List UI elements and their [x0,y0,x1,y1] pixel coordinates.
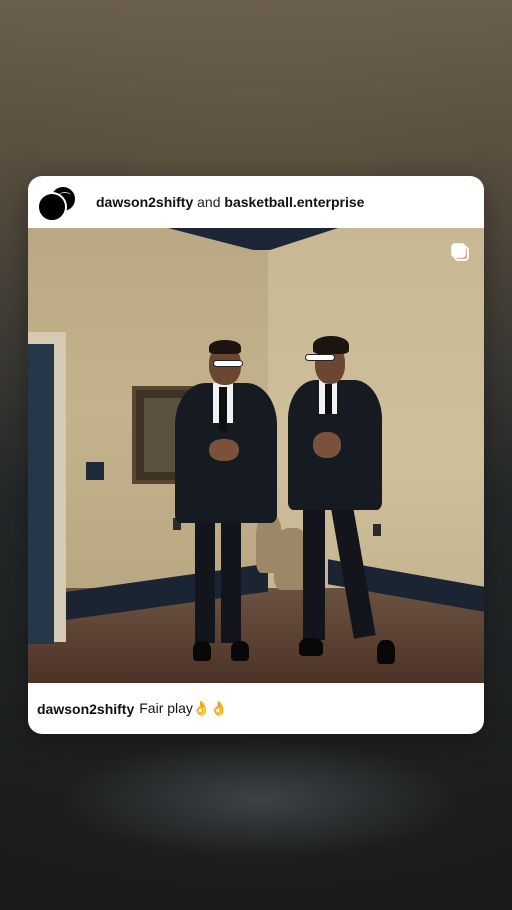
authors-connector: and [197,194,221,210]
tie [325,384,332,414]
light-switch [86,462,104,480]
background-glow [60,740,460,860]
hair [209,340,241,354]
author-avatar [37,192,67,222]
hands [209,439,239,461]
door [28,344,54,644]
author-username[interactable]: dawson2shifty [96,194,193,210]
shoe [377,640,395,664]
shoe [231,641,249,661]
sunglasses [305,354,335,361]
caption-text: Fair play👌👌 [139,700,228,716]
post-caption: dawson2shifty Fair play👌👌 [28,683,484,734]
avatar-stack[interactable] [36,182,76,222]
person-left [173,340,283,663]
multiple-posts-icon[interactable] [450,242,470,262]
shoe [193,641,211,661]
sunglasses [213,360,243,367]
shoe [299,638,323,656]
shared-post-card[interactable]: dawson2shifty and basketball.enterprise [28,176,484,734]
leg [303,490,325,640]
post-header: dawson2shifty and basketball.enterprise [28,176,484,228]
tie [219,387,227,431]
leg [328,489,376,639]
caption-username[interactable]: dawson2shifty [37,701,134,717]
hair [313,336,349,354]
hands [313,432,341,458]
collaborator-username[interactable]: basketball.enterprise [224,194,364,210]
person-right [283,336,403,665]
post-photo[interactable] [28,228,484,683]
post-authors: dawson2shifty and basketball.enterprise [96,194,364,210]
